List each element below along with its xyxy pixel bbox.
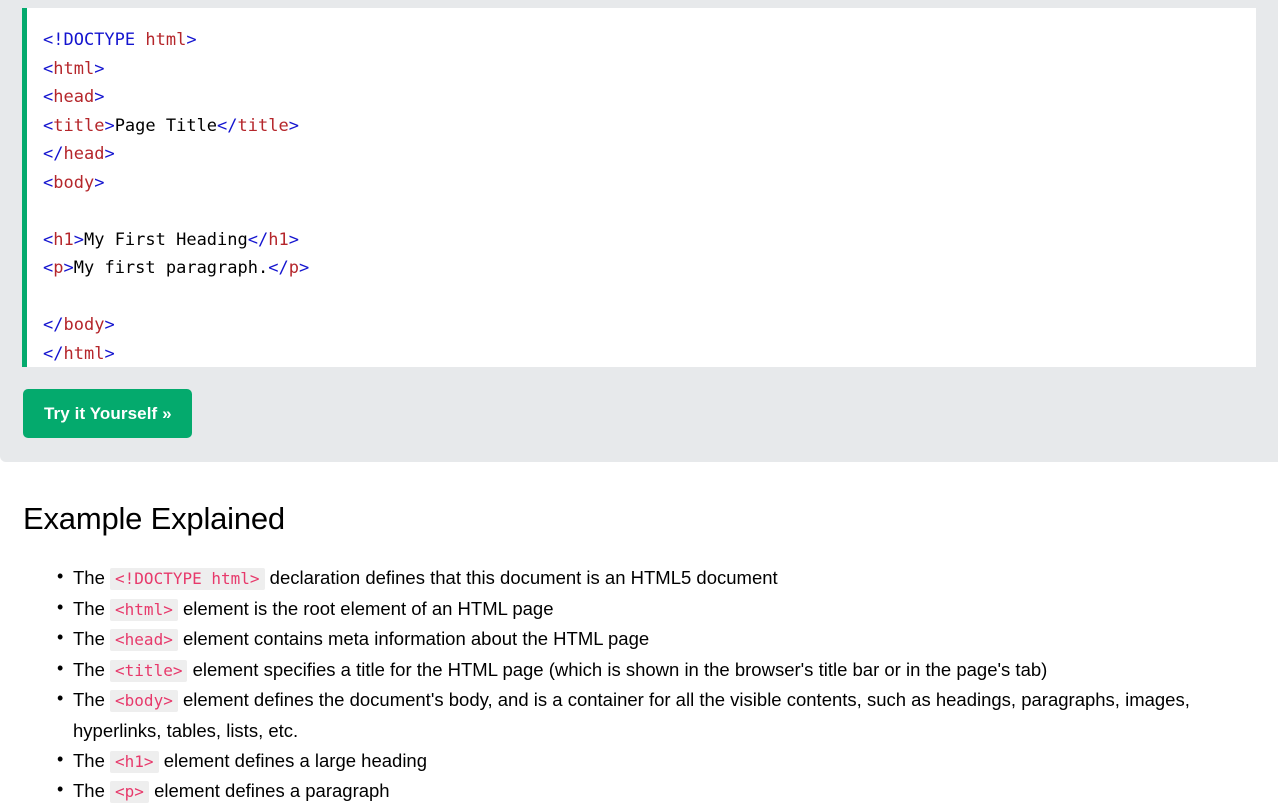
list-item: The <body> element defines the document'… xyxy=(57,684,1278,745)
code-token-br: > xyxy=(288,229,299,250)
try-it-yourself-button[interactable]: Try it Yourself » xyxy=(23,389,192,438)
list-item-text: element defines a large heading xyxy=(158,749,428,771)
code-token-tx: My first paragraph. xyxy=(73,258,269,278)
code-token-tx: Page Title xyxy=(114,115,218,136)
code-token-br: < xyxy=(43,58,54,79)
code-token-br: > xyxy=(104,343,115,364)
code-token-tg: body xyxy=(63,315,105,335)
list-item-prefix: The xyxy=(73,780,111,802)
code-token-br: </ xyxy=(43,343,64,364)
list-item: The <html> element is the root element o… xyxy=(57,593,1278,625)
list-item-text: element is the root element of an HTML p… xyxy=(177,597,554,619)
code-token-tg: body xyxy=(53,172,95,193)
code-token-tg: p xyxy=(288,258,299,278)
list-item-text: declaration defines that this document i… xyxy=(264,567,778,588)
code-token-br: > xyxy=(94,87,105,107)
code-token-br: > xyxy=(94,58,105,79)
list-item: The <head> element contains meta informa… xyxy=(57,623,1278,655)
code-token-br: < xyxy=(43,172,54,193)
example-explained-section: Example Explained The <!DOCTYPE html> de… xyxy=(0,462,1278,807)
list-item-prefix: The xyxy=(73,658,111,680)
code-token-br: < xyxy=(43,229,54,250)
list-item-prefix: The xyxy=(73,628,111,650)
code-token-br: > xyxy=(73,229,84,250)
code-token-tg: head xyxy=(53,87,95,107)
code-token-tg: h1 xyxy=(53,229,74,250)
inline-code-tag: <p> xyxy=(110,781,149,804)
code-token-tg: html xyxy=(145,30,187,50)
list-item-prefix: The xyxy=(73,567,111,588)
list-item-text: element defines the document's body, and… xyxy=(73,689,1190,741)
code-token-br: > xyxy=(104,115,115,136)
code-token-br: < xyxy=(43,258,54,278)
inline-code-tag: <body> xyxy=(110,690,178,713)
example-section: <!DOCTYPE html> <html> <head> <title>Pag… xyxy=(0,0,1278,462)
code-token-br: > xyxy=(104,315,115,335)
list-item: The <h1> element defines a large heading xyxy=(57,745,1278,777)
list-item: The <title> element specifies a title fo… xyxy=(57,654,1278,686)
code-token-br: </ xyxy=(217,115,238,136)
list-item-prefix: The xyxy=(73,689,111,711)
code-token-tg: h1 xyxy=(268,229,289,250)
tryit-row: Try it Yourself » xyxy=(0,367,1278,438)
code-token-tg: html xyxy=(63,343,105,364)
inline-code-tag: <html> xyxy=(110,598,178,621)
code-token-br: </ xyxy=(247,229,269,250)
inline-code-tag: <title> xyxy=(110,659,188,682)
explanation-list: The <!DOCTYPE html> declaration defines … xyxy=(0,562,1278,807)
code-token-br: </ xyxy=(43,144,64,164)
list-item-prefix: The xyxy=(73,597,111,619)
code-token-tg: title xyxy=(53,115,105,136)
code-token-br: > xyxy=(186,30,197,50)
code-token-br: <!DOCTYPE xyxy=(43,30,146,50)
code-token-tg: head xyxy=(63,144,105,164)
code-token-br: < xyxy=(43,115,54,136)
code-token-br: > xyxy=(104,144,115,164)
list-item-text: element specifies a title for the HTML p… xyxy=(187,658,1048,680)
code-token-br: < xyxy=(43,87,54,107)
code-block: <!DOCTYPE html> <html> <head> <title>Pag… xyxy=(22,8,1256,367)
list-item-text: element defines a paragraph xyxy=(148,780,390,802)
code-token-br: > xyxy=(94,172,105,193)
list-item-prefix: The xyxy=(73,749,111,771)
code-token-br: </ xyxy=(268,258,289,278)
code-token-br: > xyxy=(298,258,310,278)
code-token-br: > xyxy=(288,115,299,136)
inline-code-tag: <h1> xyxy=(110,750,159,773)
list-item: The <!DOCTYPE html> declaration defines … xyxy=(57,562,1278,594)
code-token-tg: p xyxy=(53,258,64,278)
code-token-tx: My First Heading xyxy=(83,229,248,250)
page-title: Example Explained xyxy=(23,501,285,536)
list-item-text: element contains meta information about … xyxy=(177,628,650,650)
code-token-br: > xyxy=(63,258,74,278)
html-code-sample: <!DOCTYPE html> <html> <head> <title>Pag… xyxy=(43,26,1256,367)
code-token-tg: html xyxy=(53,58,95,79)
list-item: The <p> element defines a paragraph xyxy=(57,775,1278,807)
inline-code-tag: <!DOCTYPE html> xyxy=(110,568,265,590)
inline-code-tag: <head> xyxy=(110,629,178,652)
code-token-tg: title xyxy=(237,115,289,136)
code-token-br: </ xyxy=(43,315,64,335)
